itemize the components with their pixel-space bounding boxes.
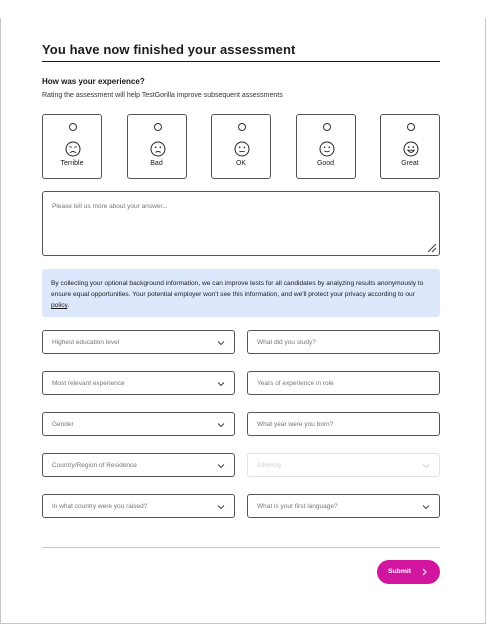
privacy-info-text: By collecting your optional background i… (51, 280, 424, 298)
radio-button[interactable] (69, 123, 77, 131)
experience-question: How was your experience? (42, 77, 145, 86)
rating-option-terrible[interactable]: Terrible (42, 114, 102, 179)
rating-option-good[interactable]: Good (295, 114, 356, 179)
radio-button[interactable] (238, 123, 246, 131)
submit-button[interactable]: Submit (377, 560, 440, 584)
experience-select[interactable]: Most relevant experience (42, 371, 235, 395)
feedback-textarea[interactable]: Please tell us more about your answer... (42, 191, 440, 256)
gender-select[interactable]: Gender (42, 412, 235, 436)
radio-button[interactable] (407, 123, 415, 131)
radio-button[interactable] (153, 123, 162, 131)
window-top (0, 0, 486, 18)
birth-year-input[interactable]: What year were you born? (247, 412, 440, 436)
language-placeholder: What is your first language? (257, 503, 338, 510)
privacy-info-end: . (67, 302, 70, 309)
title-divider (42, 61, 440, 62)
page-title: You have now finished your assessment (42, 42, 296, 57)
rating-group: Terrible Bad OK Good Great (42, 114, 440, 179)
chevron-down-icon (217, 382, 225, 387)
chevron-down-icon (422, 505, 430, 510)
feedback-placeholder: Please tell us more about your answer... (52, 203, 168, 210)
rating-option-ok[interactable]: OK (211, 114, 271, 179)
neutral-face-icon (234, 141, 250, 157)
submit-label: Submit (388, 568, 412, 575)
chevron-down-icon (217, 505, 225, 510)
big-smile-face-icon (403, 141, 419, 157)
education-select[interactable]: Highest education level (42, 330, 235, 354)
experience-subtitle: Rating the assessment will help TestGori… (42, 92, 283, 99)
years-placeholder: Years of experience in role (257, 380, 334, 387)
footer-divider (42, 547, 440, 548)
rating-label: OK (235, 160, 247, 167)
years-experience-input[interactable]: Years of experience in role (247, 371, 440, 395)
region-select[interactable]: Country/Region of Residence (42, 453, 235, 477)
birth-year-placeholder: What year were you born? (257, 421, 334, 428)
rating-option-bad[interactable]: Bad (126, 114, 187, 179)
resize-handle-icon[interactable] (427, 243, 437, 253)
rating-label: Good (316, 160, 335, 167)
raised-placeholder: In what country were you raised? (52, 503, 148, 510)
gender-placeholder: Gender (52, 421, 74, 428)
privacy-info-box: By collecting your optional background i… (42, 269, 440, 317)
radio-button[interactable] (322, 123, 331, 131)
ethnicity-select: Ethnicity (247, 453, 440, 477)
chevron-down-icon (217, 423, 225, 428)
study-placeholder: What did you study? (257, 339, 316, 346)
chevron-down-icon (217, 341, 225, 346)
chevron-down-icon (217, 464, 225, 469)
study-input[interactable]: What did you study? (247, 330, 440, 354)
first-language-select[interactable]: What is your first language? (247, 494, 440, 518)
rating-label: Bad (150, 160, 163, 167)
education-placeholder: Highest education level (52, 339, 120, 346)
rating-label: Great (401, 160, 419, 167)
sad-face-icon (150, 141, 165, 157)
chevron-down-icon (422, 464, 430, 469)
chevron-right-icon (422, 568, 427, 576)
policy-link[interactable]: policy (51, 302, 67, 309)
experience-placeholder: Most relevant experience (52, 380, 125, 387)
rating-label: Terrible (60, 160, 84, 167)
rating-option-great[interactable]: Great (380, 114, 440, 179)
raised-country-select[interactable]: In what country were you raised? (42, 494, 235, 518)
region-placeholder: Country/Region of Residence (52, 462, 137, 469)
smile-face-icon (319, 141, 334, 157)
ethnicity-placeholder: Ethnicity (257, 462, 282, 469)
very-sad-face-icon (65, 141, 81, 157)
